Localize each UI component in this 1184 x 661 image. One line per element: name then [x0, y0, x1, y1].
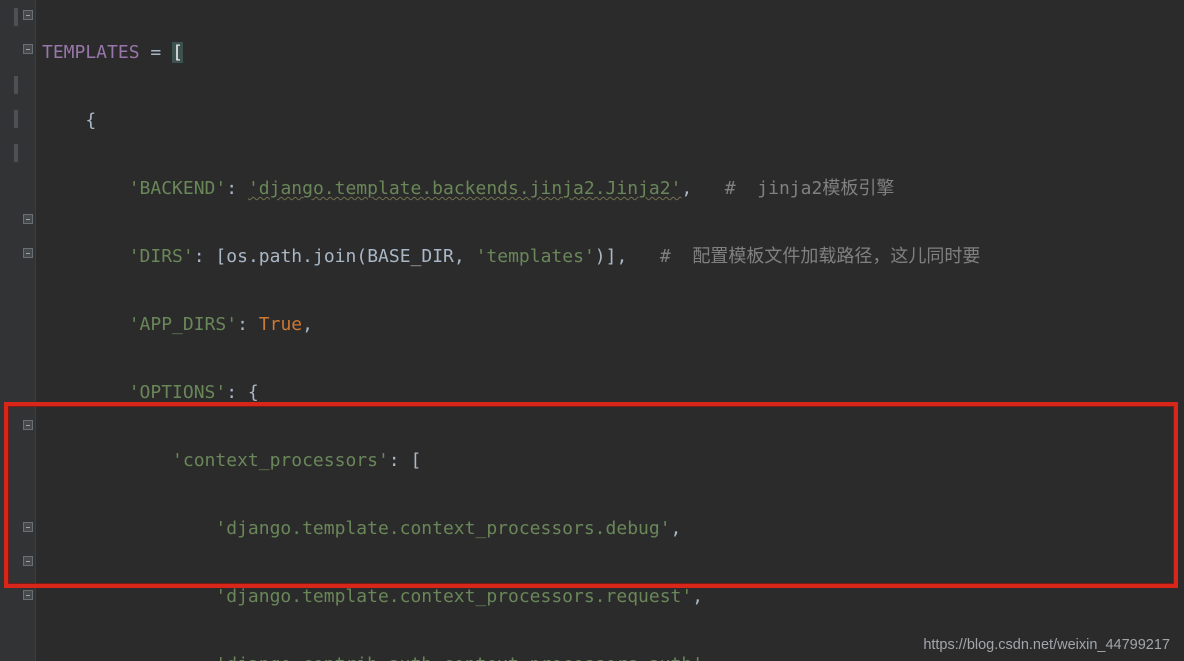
dict-key: 'APP_DIRS'	[129, 314, 237, 335]
gutter-marker	[14, 8, 18, 26]
dict-key: 'BACKEND'	[129, 178, 227, 199]
editor-gutter	[0, 0, 36, 661]
string-value: 'django.contrib.auth.context_processors.…	[215, 654, 703, 661]
code-line: 'BACKEND': 'django.template.backends.jin…	[42, 172, 1184, 206]
watermark-text: https://blog.csdn.net/weixin_44799217	[923, 637, 1170, 653]
fold-icon[interactable]	[23, 420, 33, 430]
operator: =	[140, 42, 173, 63]
fold-icon[interactable]	[23, 44, 33, 54]
fold-icon[interactable]	[23, 590, 33, 600]
code-comment: # jinja2模板引擎	[725, 178, 895, 199]
code-line: {	[42, 104, 1184, 138]
bracket-open: [	[172, 42, 183, 63]
code-line: 'context_processors': [	[42, 444, 1184, 478]
dict-key: 'OPTIONS'	[129, 382, 227, 403]
code-editor[interactable]: TEMPLATES = [ { 'BACKEND': 'django.templ…	[0, 0, 1184, 661]
fold-icon[interactable]	[23, 10, 33, 20]
keyword-true: True	[259, 314, 302, 335]
dict-key: 'DIRS'	[129, 246, 194, 267]
fold-icon[interactable]	[23, 248, 33, 258]
gutter-marker	[14, 110, 18, 128]
code-line: 'OPTIONS': {	[42, 376, 1184, 410]
fold-icon[interactable]	[23, 214, 33, 224]
string-value: 'django.template.backends.jinja2.Jinja2'	[248, 178, 681, 199]
code-comment: # 配置模板文件加载路径，这儿同时要	[660, 246, 981, 267]
code-line: 'DIRS': [os.path.join(BASE_DIR, 'templat…	[42, 240, 1184, 274]
fold-icon[interactable]	[23, 522, 33, 532]
fold-icon[interactable]	[23, 556, 33, 566]
gutter-marker	[14, 144, 18, 162]
code-line: 'APP_DIRS': True,	[42, 308, 1184, 342]
code-content[interactable]: TEMPLATES = [ { 'BACKEND': 'django.templ…	[36, 0, 1184, 661]
brace-open: {	[85, 110, 96, 131]
string-value: 'django.template.context_processors.requ…	[215, 586, 692, 607]
dict-key: 'context_processors'	[172, 450, 389, 471]
code-line: TEMPLATES = [	[42, 36, 1184, 70]
code-line: 'django.template.context_processors.requ…	[42, 580, 1184, 614]
variable-name: TEMPLATES	[42, 42, 140, 63]
string-value: 'django.template.context_processors.debu…	[215, 518, 670, 539]
gutter-marker	[14, 76, 18, 94]
code-line: 'django.template.context_processors.debu…	[42, 512, 1184, 546]
